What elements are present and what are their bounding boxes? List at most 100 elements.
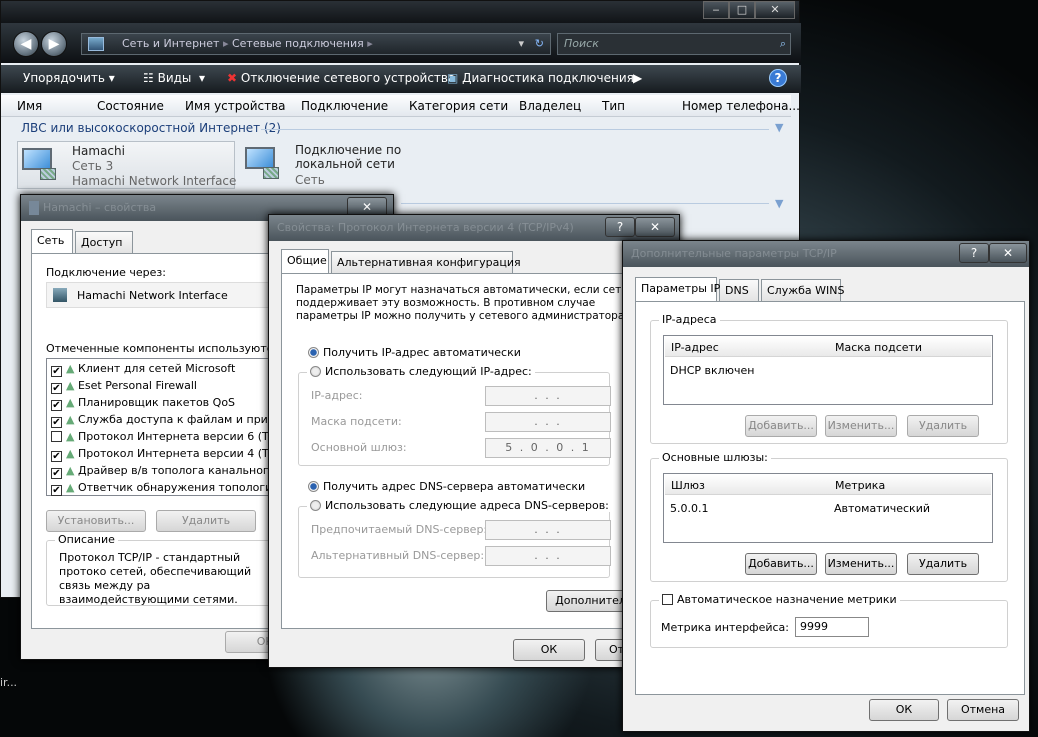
maximize-button[interactable]: □ [729, 1, 755, 19]
close-button[interactable]: ✕ [635, 217, 675, 237]
column-ip-address[interactable]: IP-адрес [671, 341, 719, 354]
edit-gateway-button[interactable]: Изменить... [825, 553, 897, 575]
add-ip-button[interactable]: Добавить... [745, 415, 817, 437]
manual-ip-radio[interactable]: Использовать следующий IP-адрес: [307, 365, 535, 378]
preferred-dns-field[interactable]: . . . [485, 520, 611, 540]
gateway-list[interactable]: Шлюз Метрика 5.0.0.1 Автоматический [663, 473, 993, 543]
group-collapse-icon-2[interactable]: ▼ [775, 197, 783, 210]
organize-button[interactable]: Упорядочить ▾ [23, 71, 115, 85]
column-connection[interactable]: Подключение [301, 99, 388, 113]
breadcrumb-network-connections[interactable]: Сетевые подключения [232, 37, 364, 50]
help-button[interactable]: ? [959, 243, 989, 263]
checkbox-icon[interactable]: ✔ [51, 366, 62, 377]
ip-field[interactable]: . . . [485, 386, 611, 406]
tab-wins[interactable]: Служба WINS [761, 279, 844, 301]
minimize-button[interactable]: ‒ [703, 1, 729, 19]
column-status[interactable]: Состояние [97, 99, 164, 113]
intro-text: Параметры IP могут назначаться автоматич… [296, 284, 628, 322]
diagnose-button[interactable]: ▣ Диагностика подключения [447, 71, 634, 85]
ip-address-list[interactable]: IP-адрес Маска подсети DHCP включен [663, 335, 993, 405]
search-icon[interactable]: ⌕ [780, 34, 786, 54]
help-icon[interactable]: ? [769, 69, 787, 87]
remove-button[interactable]: Удалить [156, 510, 256, 532]
remove-ip-button[interactable]: Удалить [907, 415, 979, 437]
ip-settings-panel: IP-адреса IP-адрес Маска подсети DHCP вк… [635, 301, 1025, 695]
component-item[interactable]: ▲ Протокол Интернета версии 6 (TCF [51, 430, 282, 443]
cancel-button[interactable]: Отмена [947, 699, 1019, 721]
close-button[interactable]: ✕ [989, 243, 1027, 263]
search-input[interactable]: Поиск ⌕ [557, 33, 791, 55]
component-icon: ▲ [66, 464, 78, 477]
column-network-category[interactable]: Категория сети [409, 99, 508, 113]
radio-selected-icon [308, 481, 319, 492]
checkbox-icon[interactable]: ✔ [51, 400, 62, 411]
forward-button[interactable]: ▶ [41, 31, 67, 57]
list-item-ip[interactable]: DHCP включен [670, 364, 754, 377]
ip-label: IP-адрес: [311, 389, 363, 402]
checkbox-icon[interactable] [51, 431, 62, 442]
group-collapse-icon[interactable]: ▼ [775, 121, 783, 134]
advanced-tcpip-dialog: Дополнительные параметры TCP/IP ? ✕ Пара… [622, 240, 1030, 732]
add-gateway-button[interactable]: Добавить... [745, 553, 817, 575]
manual-dns-group: Использовать следующие адреса DNS-сервер… [298, 499, 612, 578]
column-subnet-mask[interactable]: Маска подсети [835, 341, 922, 354]
checkbox-icon[interactable]: ✔ [51, 451, 62, 462]
manual-ip-group: Использовать следующий IP-адрес: IP-адре… [298, 365, 611, 466]
component-label: Ответчик обнаружения топологии к [77, 481, 290, 494]
checkbox-icon[interactable]: ✔ [51, 468, 62, 479]
refresh-icon[interactable]: ↻ [535, 34, 544, 54]
tab-alternate-config[interactable]: Альтернативная конфигурация [331, 251, 521, 273]
column-phone-number[interactable]: Номер телефона... [682, 99, 800, 113]
mask-field[interactable]: . . . [485, 412, 611, 432]
ok-button[interactable]: ОК [513, 639, 585, 661]
connection-item-hamachi[interactable]: Hamachi Сеть 3 Hamachi Network Interface [17, 141, 236, 189]
disable-device-button[interactable]: ✖ Отключение сетевого устройства [227, 71, 455, 85]
more-commands-icon[interactable]: ▶ [633, 71, 642, 85]
alternate-dns-field[interactable]: . . . [485, 546, 611, 566]
component-item[interactable]: ✔ ▲ Клиент для сетей Microsoft [51, 362, 235, 377]
remove-gateway-button[interactable]: Удалить [907, 553, 979, 575]
component-item[interactable]: ✔ ▲ Служба доступа к файлам и принте [51, 413, 288, 428]
gateway-field[interactable]: 5 . 0 . 0 . 1 [485, 438, 611, 458]
views-button[interactable]: ☷ Виды ▾ [143, 71, 205, 85]
connection-item-lan[interactable]: Подключение по локальной сети Сеть [241, 141, 471, 189]
component-item[interactable]: ✔ ▲ Eset Personal Firewall [51, 379, 197, 394]
component-item[interactable]: ✔ ▲ Ответчик обнаружения топологии к [51, 481, 290, 496]
edit-ip-button[interactable]: Изменить... [825, 415, 897, 437]
tab-network[interactable]: Сеть [31, 229, 73, 253]
group-header[interactable]: ЛВС или высокоскоростной Интернет (2) [21, 121, 281, 135]
back-button[interactable]: ◀ [13, 31, 39, 57]
component-item[interactable]: ✔ ▲ Планировщик пакетов QoS [51, 396, 235, 411]
column-name[interactable]: Имя [17, 99, 42, 113]
close-button[interactable]: ✕ [755, 1, 795, 19]
ok-button[interactable]: ОК [869, 699, 939, 721]
metric-input[interactable]: 9999 [795, 617, 869, 637]
component-item[interactable]: ✔ ▲ Протокол Интернета версии 4 (TCF [51, 447, 282, 462]
breadcrumb-network-internet[interactable]: Сеть и Интернет [122, 37, 219, 50]
help-button[interactable]: ? [605, 217, 635, 237]
column-gateway[interactable]: Шлюз [671, 479, 705, 492]
column-type[interactable]: Тип [602, 99, 625, 113]
mask-label: Маска подсети: [311, 415, 402, 428]
tab-general[interactable]: Общие [281, 249, 329, 273]
tab-sharing[interactable]: Доступ [75, 231, 133, 253]
tab-dns[interactable]: DNS [719, 279, 759, 301]
column-owner[interactable]: Владелец [519, 99, 581, 113]
column-metric[interactable]: Метрика [835, 479, 885, 492]
auto-ip-radio[interactable]: Получить IP-адрес автоматически [308, 346, 521, 359]
manual-dns-radio[interactable]: Использовать следующие адреса DNS-сервер… [307, 499, 612, 512]
checkbox-icon[interactable]: ✔ [51, 383, 62, 394]
auto-dns-radio[interactable]: Получить адрес DNS-сервера автоматически [308, 480, 585, 493]
address-bar[interactable]: Сеть и Интернет ▸ Сетевые подключения ▸ … [81, 33, 551, 55]
install-button[interactable]: Установить... [46, 510, 146, 532]
auto-metric-checkbox[interactable]: Автоматическое назначение метрики [659, 593, 900, 606]
tab-ip-settings[interactable]: Параметры IP [635, 277, 720, 301]
search-placeholder: Поиск [564, 37, 599, 50]
checkbox-icon[interactable]: ✔ [51, 485, 62, 496]
address-dropdown-icon[interactable]: ▾ [518, 34, 524, 54]
gateway-address[interactable]: 5.0.0.1 [670, 502, 708, 515]
column-device-name[interactable]: Имя устройства [185, 99, 286, 113]
gateway-metric[interactable]: Автоматический [834, 502, 930, 515]
checkbox-icon[interactable]: ✔ [51, 417, 62, 428]
component-item[interactable]: ✔ ▲ Драйвер в/в тополога канального [51, 464, 275, 479]
